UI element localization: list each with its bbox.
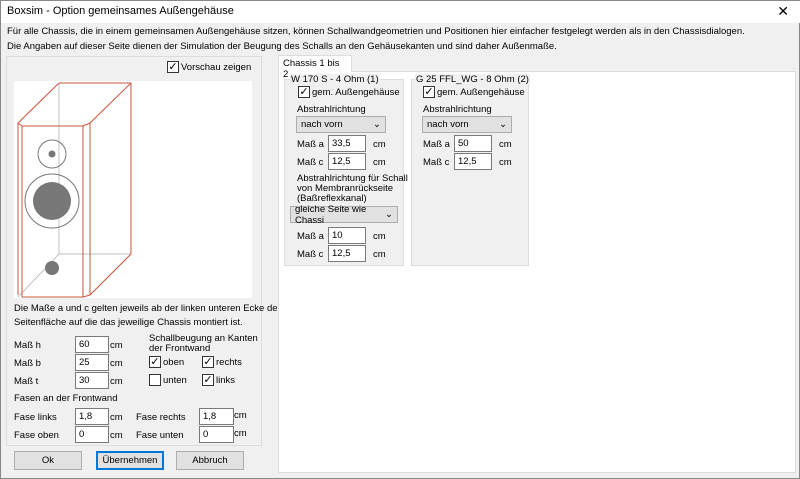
chassis-2-dir-value: nach vorn xyxy=(427,119,469,130)
chevron-down-icon: ⌄ xyxy=(373,119,381,130)
chassis-1-c-unit: cm xyxy=(373,157,386,168)
chassis-2-shared-label: gem. Außengehäuse xyxy=(437,86,525,98)
rear-label-3: (Baßreflexkanal) xyxy=(297,193,367,204)
rear-a-label: Maß a xyxy=(297,231,324,242)
close-icon[interactable]: ✕ xyxy=(777,3,789,20)
speaker-drawing xyxy=(17,82,132,298)
rear-c-label: Maß c xyxy=(297,249,324,260)
rear-c-input[interactable]: 12,5 xyxy=(328,245,366,262)
chassis-1-shared-checkbox[interactable]: ✓ gem. Außengehäuse xyxy=(298,86,400,98)
chassis-2-c-unit: cm xyxy=(499,157,512,168)
info-line-2: Die Angaben auf dieser Seite dienen der … xyxy=(7,41,557,52)
chassis-2-shared-checkbox[interactable]: ✓ gem. Außengehäuse xyxy=(423,86,525,98)
chassis-2-a-unit: cm xyxy=(499,139,512,150)
chassis-1-a-unit: cm xyxy=(373,139,386,150)
bevel-bottom-label: Fase unten xyxy=(136,430,184,441)
tab-chassis-1-2[interactable]: Chassis 1 bis 2 xyxy=(278,55,352,80)
bevel-right-input[interactable]: 1,8 xyxy=(199,408,234,425)
dim-t-input[interactable]: 30 xyxy=(75,372,109,389)
edge-top-checkbox[interactable]: ✓ oben xyxy=(149,356,184,368)
checkbox-check-icon: ✓ xyxy=(167,61,179,73)
bevel-right-unit: cm xyxy=(234,410,247,421)
dim-h-label: Maß h xyxy=(14,340,41,351)
apply-button[interactable]: Übernehmen xyxy=(96,451,164,470)
bevel-title: Fasen an der Frontwand xyxy=(14,393,118,404)
cancel-button[interactable]: Abbruch xyxy=(176,451,244,470)
chassis-2-a-label: Maß a xyxy=(423,139,450,150)
rear-dir-select[interactable]: gleiche Seite wie Chassi ⌄ xyxy=(290,203,398,226)
dim-b-unit: cm xyxy=(110,358,123,369)
rear-dir-value: gleiche Seite wie Chassi xyxy=(295,203,367,226)
rear-a-input[interactable]: 10 xyxy=(328,227,366,244)
checkbox-check-icon: ✓ xyxy=(149,356,161,368)
dim-b-label: Maß b xyxy=(14,358,41,369)
chassis-2-a-input[interactable]: 50 xyxy=(454,135,492,152)
chassis-2-dir-label: Abstrahlrichtung xyxy=(423,104,492,115)
edge-left-checkbox[interactable]: ✓ links xyxy=(202,374,235,386)
rear-a-unit: cm xyxy=(373,231,386,242)
chassis-1-a-input[interactable]: 33,5 xyxy=(328,135,366,152)
bevel-left-unit: cm xyxy=(110,412,123,423)
checkbox-check-icon: ✓ xyxy=(202,356,214,368)
bevel-top-input[interactable]: 0 xyxy=(75,426,109,443)
chevron-down-icon: ⌄ xyxy=(499,119,507,130)
dim-b-input[interactable]: 25 xyxy=(75,354,109,371)
ok-button[interactable]: Ok xyxy=(14,451,82,470)
edge-bottom-label: unten xyxy=(163,374,187,386)
chassis-2-dir-select[interactable]: nach vorn ⌄ xyxy=(422,116,512,133)
dim-t-label: Maß t xyxy=(14,376,39,387)
window-title: Boxsim - Option gemeinsames Außengehäuse xyxy=(7,5,234,17)
dim-h-input[interactable]: 60 xyxy=(75,336,109,353)
chassis-1-c-input[interactable]: 12,5 xyxy=(328,153,366,170)
rear-c-unit: cm xyxy=(373,249,386,260)
checkbox-check-icon: ✓ xyxy=(202,374,214,386)
chassis-2-title: G 25 FFL_WG - 8 Ohm (2) xyxy=(415,74,530,85)
bevel-left-input[interactable]: 1,8 xyxy=(75,408,109,425)
bevel-right-label: Fase rechts xyxy=(136,412,186,423)
checkbox-empty-icon xyxy=(149,374,161,386)
bevel-bottom-input[interactable]: 0 xyxy=(199,426,234,443)
bevel-top-unit: cm xyxy=(110,430,123,441)
chassis-1-dir-select[interactable]: nach vorn ⌄ xyxy=(296,116,386,133)
chassis-1-dir-label: Abstrahlrichtung xyxy=(297,104,366,115)
bevel-top-label: Fase oben xyxy=(14,430,59,441)
chassis-1-dir-value: nach vorn xyxy=(301,119,343,130)
dim-h-unit: cm xyxy=(110,340,123,351)
chassis-1-a-label: Maß a xyxy=(297,139,324,150)
checkbox-check-icon: ✓ xyxy=(298,86,310,98)
bevel-bottom-unit: cm xyxy=(234,428,247,439)
note-line-2: Seitenfläche auf die das jeweilige Chass… xyxy=(14,317,243,328)
edge-left-label: links xyxy=(216,374,236,386)
chevron-down-icon: ⌄ xyxy=(385,209,393,220)
preview-label: Vorschau zeigen xyxy=(181,61,252,73)
chassis-2-c-label: Maß c xyxy=(423,157,450,168)
diffraction-title-2: der Frontwand xyxy=(149,343,211,354)
edge-bottom-checkbox[interactable]: unten xyxy=(149,374,187,386)
chassis-1-shared-label: gem. Außengehäuse xyxy=(312,86,400,98)
chassis-1-title: W 170 S - 4 Ohm (1) xyxy=(290,74,380,85)
edge-right-label: rechts xyxy=(216,356,242,368)
port-icon xyxy=(45,261,59,275)
info-line-1: Für alle Chassis, die in einem gemeinsam… xyxy=(7,26,745,37)
chassis-1-c-label: Maß c xyxy=(297,157,324,168)
bevel-left-label: Fase links xyxy=(14,412,57,423)
edge-right-checkbox[interactable]: ✓ rechts xyxy=(202,356,242,368)
dim-t-unit: cm xyxy=(110,376,123,387)
note-line-1: Die Maße a und c gelten jeweils ab der l… xyxy=(14,303,281,314)
edge-top-label: oben xyxy=(163,356,185,368)
speaker-preview xyxy=(14,81,252,298)
preview-checkbox[interactable]: ✓ Vorschau zeigen xyxy=(167,61,251,73)
checkbox-check-icon: ✓ xyxy=(423,86,435,98)
chassis-2-c-input[interactable]: 12,5 xyxy=(454,153,492,170)
